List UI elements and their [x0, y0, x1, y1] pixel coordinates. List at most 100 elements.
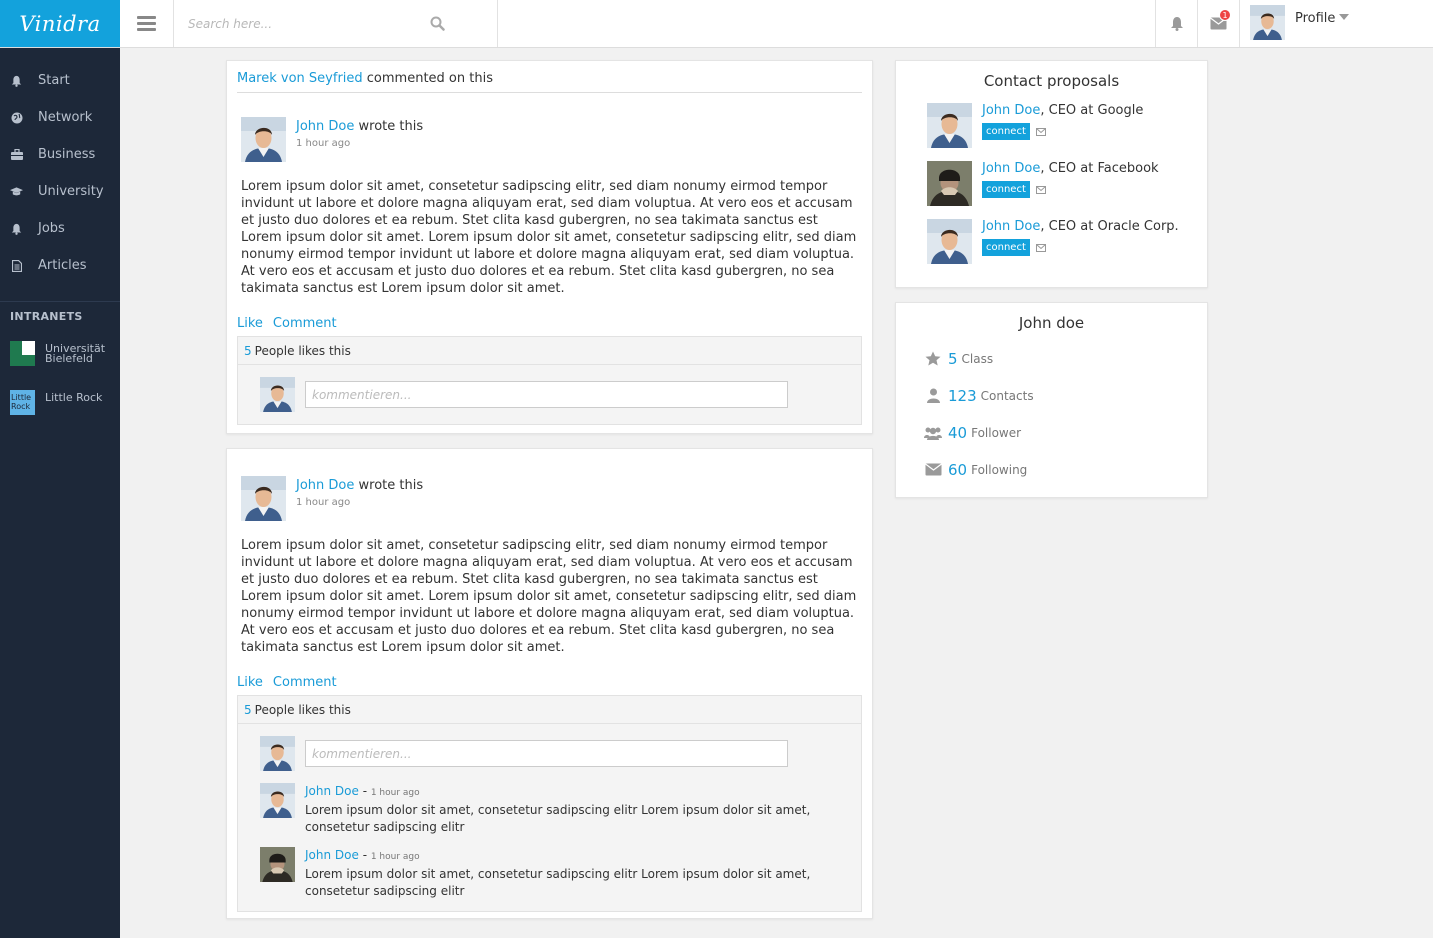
- sidebar-item-label: Jobs: [38, 221, 65, 236]
- intranet-item-bielefeld[interactable]: Universität Bielefeld: [0, 341, 120, 366]
- connect-button[interactable]: connect: [982, 181, 1030, 198]
- envelope-icon: [924, 463, 942, 476]
- contact-role: , CEO at Oracle Corp.: [1040, 219, 1179, 234]
- stat-following[interactable]: 60 Following: [924, 451, 1207, 488]
- post-card: John Doe wrote this 1 hour ago Lorem ips…: [226, 448, 873, 919]
- search-input[interactable]: [188, 3, 458, 44]
- likes-box: 5People likes this John Doe - 1 hour ago…: [237, 695, 862, 912]
- comment-time: 1 hour ago: [370, 788, 420, 798]
- contact-name-link[interactable]: John Doe: [982, 219, 1040, 234]
- stat-class[interactable]: 5 Class: [924, 340, 1207, 377]
- sidebar-item-label: Articles: [38, 258, 87, 273]
- sidebar-item-label: Network: [38, 110, 93, 125]
- star-icon: [924, 351, 942, 366]
- sidebar-item-articles[interactable]: Articles: [0, 247, 120, 284]
- post-time: 1 hour ago: [296, 497, 351, 508]
- sidebar-item-jobs[interactable]: Jobs: [0, 210, 120, 247]
- sidebar-nav: Start Network Business University Jobs A…: [0, 48, 120, 284]
- stat-follower[interactable]: 40 Follower: [924, 414, 1207, 451]
- likes-count[interactable]: 5: [244, 344, 252, 358]
- messages-button[interactable]: 1: [1197, 0, 1239, 47]
- comment-author-link[interactable]: John Doe: [305, 784, 359, 798]
- like-link[interactable]: Like: [237, 675, 263, 690]
- sidebar-item-label: Start: [38, 73, 70, 88]
- sidebar-item-network[interactable]: Network: [0, 99, 120, 136]
- stat-label: Class: [961, 351, 994, 366]
- avatar[interactable]: [927, 103, 972, 148]
- stat-contacts[interactable]: 123 Contacts: [924, 377, 1207, 414]
- contact-role: , CEO at Google: [1040, 103, 1144, 118]
- card-title: Contact proposals: [983, 72, 1120, 90]
- globe-icon: [10, 111, 23, 124]
- search-bar: [174, 0, 498, 47]
- activity-user-link[interactable]: Marek von Seyfried: [237, 71, 363, 86]
- sidebar-item-business[interactable]: Business: [0, 136, 120, 173]
- graduation-cap-icon: [10, 185, 23, 198]
- avatar[interactable]: [260, 783, 295, 818]
- likes-box: 5 People likes this: [237, 336, 862, 425]
- contact-name-link[interactable]: John Doe: [982, 161, 1040, 176]
- sidebar-item-start[interactable]: Start: [0, 62, 120, 99]
- avatar[interactable]: [927, 219, 972, 264]
- likes-text: People likes this: [254, 343, 351, 358]
- contact-name-link[interactable]: John Doe: [982, 103, 1040, 118]
- comment-item: John Doe - 1 hour ago Lorem ipsum dolor …: [238, 847, 861, 900]
- stat-label: Following: [971, 462, 1028, 477]
- bell-icon: [1170, 17, 1183, 31]
- sidebar: Start Network Business University Jobs A…: [0, 48, 120, 938]
- stat-label: Contacts: [980, 388, 1034, 403]
- stat-value: 60: [948, 460, 968, 479]
- envelope-icon[interactable]: [1035, 185, 1046, 194]
- comment-input[interactable]: [305, 381, 788, 408]
- menu-toggle-button[interactable]: [120, 0, 174, 47]
- connect-button[interactable]: connect: [982, 239, 1030, 256]
- briefcase-icon: [10, 148, 23, 161]
- avatar[interactable]: [927, 161, 972, 206]
- author-link[interactable]: John Doe: [296, 478, 354, 493]
- avatar: [260, 736, 295, 771]
- card-title: John doe: [1018, 314, 1085, 332]
- envelope-icon[interactable]: [1035, 243, 1046, 252]
- intranet-label: Bielefeld: [45, 352, 93, 365]
- comment-composer: [238, 724, 861, 771]
- author-link[interactable]: John Doe: [296, 119, 354, 134]
- profile-label: Profile: [1295, 11, 1336, 26]
- post-body: Lorem ipsum dolor sit amet, consetetur s…: [241, 179, 857, 296]
- stat-value: 123: [948, 386, 977, 405]
- intranet-label: Little Rock: [45, 391, 103, 404]
- users-icon: [924, 426, 942, 440]
- likes-text: People likes this: [254, 702, 351, 717]
- profile-summary-card: John doe 5 Class 123 Contacts 40 Follower 6…: [895, 302, 1208, 498]
- connect-button[interactable]: connect: [982, 123, 1030, 140]
- top-right-actions: 1 Profile: [1155, 0, 1433, 47]
- sidebar-item-university[interactable]: University: [0, 173, 120, 210]
- contact-item: John Doe, CEO at Oracle Corp. connect: [927, 219, 1207, 264]
- bielefeld-logo: [10, 341, 35, 366]
- comment-text: Lorem ipsum dolor sit amet, consetetur s…: [305, 803, 811, 834]
- like-link[interactable]: Like: [237, 316, 263, 331]
- comment-link[interactable]: Comment: [273, 316, 337, 331]
- likes-count[interactable]: 5: [244, 703, 252, 717]
- post-actions: Like Comment: [237, 675, 872, 690]
- post-author: John Doe wrote this 1 hour ago: [241, 476, 872, 521]
- notifications-button[interactable]: [1155, 0, 1197, 47]
- search-icon[interactable]: [430, 16, 445, 35]
- document-icon: [10, 259, 23, 272]
- profile-menu[interactable]: Profile: [1239, 0, 1433, 47]
- message-count-badge: 1: [1219, 9, 1231, 21]
- likes-summary: 5 People likes this: [238, 337, 861, 365]
- envelope-icon[interactable]: [1035, 127, 1046, 136]
- logo-text: Rock: [11, 402, 30, 411]
- sidebar-item-label: Business: [38, 147, 96, 162]
- stat-value: 40: [948, 423, 968, 442]
- comment-input[interactable]: [305, 740, 788, 767]
- comment-link[interactable]: Comment: [273, 675, 337, 690]
- hamburger-icon: [137, 16, 156, 31]
- avatar[interactable]: [241, 476, 286, 521]
- intranet-item-little-rock[interactable]: Little Rock Little Rock: [0, 390, 120, 415]
- brand-logo[interactable]: Vinidra: [0, 0, 120, 47]
- avatar[interactable]: [241, 117, 286, 162]
- comment-author-link[interactable]: John Doe: [305, 848, 359, 862]
- comment-item: John Doe - 1 hour ago Lorem ipsum dolor …: [238, 783, 861, 836]
- avatar[interactable]: [260, 847, 295, 882]
